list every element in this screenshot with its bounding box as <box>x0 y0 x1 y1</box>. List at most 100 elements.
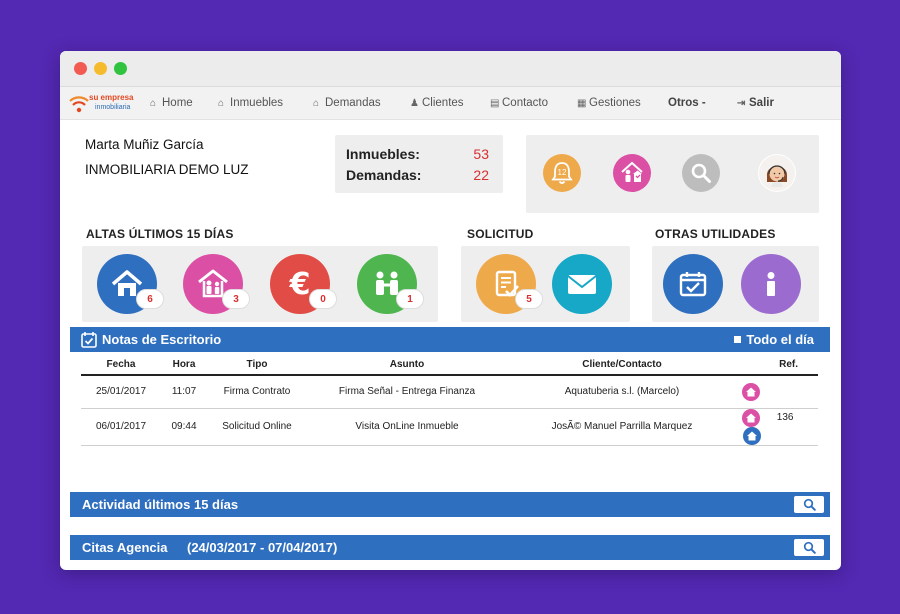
column-header-ref: Ref. <box>737 355 818 376</box>
altas-panel: 6 3 € 0 1 <box>82 246 438 322</box>
browser-window: su empresa inmobiliaria ⌂ Home ⌂ Inmuebles… <box>60 51 841 570</box>
altas-inmuebles-count: 6 <box>136 289 164 309</box>
envelope-icon <box>567 275 597 294</box>
inmuebles-count[interactable]: 53 <box>473 146 489 162</box>
home-icon: ⌂ <box>218 98 225 109</box>
quick-actions-panel: 12 <box>526 135 819 213</box>
cell-asunto: Visita OnLine Inmueble <box>307 408 507 446</box>
demandas-count[interactable]: 22 <box>473 167 489 183</box>
square-icon <box>734 336 742 343</box>
calendar-check-icon <box>81 332 97 348</box>
nav-home[interactable]: ⌂ Home <box>150 97 193 109</box>
window-titlebar <box>60 51 841 87</box>
actividad-title: Actividad últimos 15 días <box>82 497 239 512</box>
nav-gestiones[interactable]: ▦ Gestiones <box>577 97 641 109</box>
otras-panel <box>652 246 819 322</box>
notifications-button[interactable]: 12 <box>543 154 581 192</box>
cell-ref <box>737 375 818 409</box>
search-icon <box>803 498 816 511</box>
maximize-window-button[interactable] <box>114 62 127 75</box>
table-row[interactable]: 25/01/2017 11:07 Firma Contrato Firma Se… <box>81 375 818 409</box>
column-header-hora: Hora <box>161 355 207 376</box>
otras-section-title: OTRAS UTILIDADES <box>655 227 776 241</box>
cell-fecha: 06/01/2017 <box>81 408 161 446</box>
solicitud-panel: 5 <box>461 246 630 322</box>
altas-demandas-count: 3 <box>222 289 250 309</box>
home-icon: ⌂ <box>150 98 157 109</box>
altas-clientes-count: 1 <box>396 289 424 309</box>
support-button[interactable] <box>758 154 796 192</box>
cell-hora: 09:44 <box>161 408 207 446</box>
nav-otros-dropdown[interactable]: Otros - <box>668 97 706 109</box>
column-header-asunto: Asunto <box>307 355 507 376</box>
nav-demandas[interactable]: ⌂ Demandas <box>313 97 381 109</box>
agenda-button[interactable] <box>663 254 723 314</box>
todo-el-dia-toggle[interactable]: Todo el día <box>734 332 814 347</box>
solicitud-section-title: SOLICITUD <box>467 227 534 241</box>
citas-title: Citas Agencia <box>82 540 168 555</box>
address-book-icon: ▤ <box>490 98 500 109</box>
notas-escritorio-bar: Notas de Escritorio Todo el día <box>70 327 830 352</box>
table-header-row: Fecha Hora Tipo Asunto Cliente/Contacto … <box>81 355 818 376</box>
logo[interactable]: su empresa inmobiliaria <box>69 92 139 116</box>
nav-contacto[interactable]: ▤ Contacto <box>490 97 548 109</box>
stats-panel: Inmuebles: 53 Demandas: 22 <box>335 135 503 193</box>
calendar-icon: ▦ <box>577 98 587 109</box>
user-name: Marta Muñiz García <box>85 137 204 152</box>
actividad-search-button[interactable] <box>794 496 824 513</box>
bell-icon: 12 <box>551 162 573 184</box>
search-icon <box>803 541 816 554</box>
actividad-bar[interactable]: Actividad últimos 15 días <box>70 492 830 517</box>
solicitudes-count: 5 <box>515 289 543 309</box>
altas-section-title: ALTAS ÚLTIMOS 15 DÍAS <box>86 227 234 241</box>
cell-cliente: JosÃ© Manuel Parrilla Marquez <box>507 408 737 446</box>
mail-button[interactable] <box>552 254 612 314</box>
house-people-icon <box>621 161 643 182</box>
demanda-link-icon[interactable] <box>742 408 760 427</box>
search-button[interactable] <box>682 154 720 192</box>
notifications-count: 12 <box>558 168 567 177</box>
search-icon <box>691 163 711 183</box>
user-info: Marta Muñiz García INMOBILIARIA DEMO LUZ <box>85 137 249 177</box>
ref-number: 136 <box>776 412 794 423</box>
support-agent-icon <box>759 155 795 191</box>
notas-table: Fecha Hora Tipo Asunto Cliente/Contacto … <box>81 355 818 446</box>
cell-fecha: 25/01/2017 <box>81 375 161 409</box>
altas-finanzas-count: 0 <box>309 289 337 309</box>
nav-salir[interactable]: ⇥ Salir <box>737 97 774 109</box>
cell-tipo: Solicitud Online <box>207 408 307 446</box>
cell-tipo: Firma Contrato <box>207 375 307 409</box>
cell-cliente: Aquatuberia s.l. (Marcelo) <box>507 375 737 409</box>
minimize-window-button[interactable] <box>94 62 107 75</box>
top-navbar: su empresa inmobiliaria ⌂ Home ⌂ Inmuebles… <box>60 87 841 120</box>
info-button[interactable] <box>741 254 801 314</box>
company-name: INMOBILIARIA DEMO LUZ <box>85 162 249 177</box>
citas-search-button[interactable] <box>794 539 824 556</box>
cell-hora: 11:07 <box>161 375 207 409</box>
demandas-label: Demandas: <box>346 167 422 183</box>
inmuebles-label: Inmuebles: <box>346 146 420 162</box>
logo-text-line2: inmobiliaria <box>95 104 131 111</box>
citas-agencia-bar[interactable]: Citas Agencia (24/03/2017 - 07/04/2017) <box>70 535 830 560</box>
column-header-tipo: Tipo <box>207 355 307 376</box>
logo-wifi-icon <box>69 96 89 113</box>
citas-date-range: (24/03/2017 - 07/04/2017) <box>187 540 338 555</box>
users-icon: ♟ <box>410 98 419 109</box>
nav-clientes[interactable]: ♟ Clientes <box>410 97 464 109</box>
table-row[interactable]: 06/01/2017 09:44 Solicitud Online Visita… <box>81 408 818 446</box>
cell-asunto: Firma Señal - Entrega Finanza <box>307 375 507 409</box>
logo-text-line1: su empresa <box>89 93 134 102</box>
cell-ref: 136 <box>737 408 818 446</box>
info-icon <box>767 272 775 296</box>
demanda-link-icon[interactable] <box>742 382 760 401</box>
demand-match-button[interactable] <box>613 154 651 192</box>
inmueble-link-icon[interactable] <box>743 426 761 445</box>
svg-text:€: € <box>289 267 311 301</box>
notas-title: Notas de Escritorio <box>102 332 222 347</box>
close-window-button[interactable] <box>74 62 87 75</box>
house-person-icon: ⌂ <box>313 98 320 109</box>
sign-out-icon: ⇥ <box>737 98 746 109</box>
column-header-cliente: Cliente/Contacto <box>507 355 737 376</box>
nav-inmuebles[interactable]: ⌂ Inmuebles <box>218 97 283 109</box>
calendar-check-icon <box>679 272 707 297</box>
